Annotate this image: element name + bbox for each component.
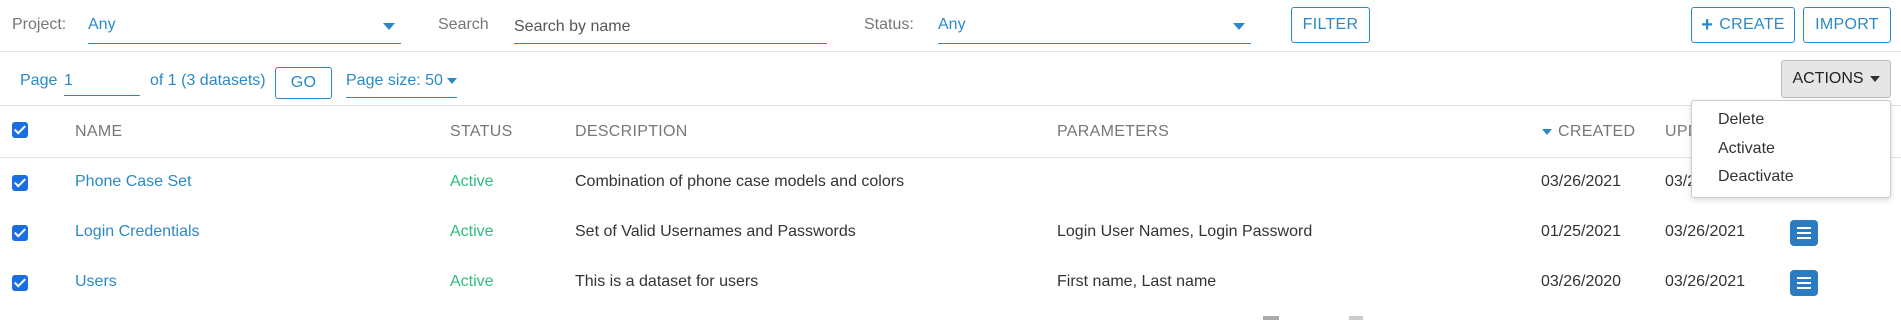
hamburger-menu-icon[interactable] <box>1790 220 1818 246</box>
actions-button-label: ACTIONS <box>1792 70 1864 87</box>
plus-icon: + <box>1701 14 1714 36</box>
row-checkbox[interactable] <box>12 175 28 191</box>
actions-dropdown-menu: Delete Activate Deactivate <box>1691 100 1891 198</box>
search-label: Search <box>438 16 489 33</box>
project-select-value: Any <box>88 16 116 33</box>
menu-item-delete[interactable]: Delete <box>1718 111 1764 129</box>
status-text: Active <box>450 223 494 240</box>
table-row: Phone Case Set Active Combination of pho… <box>0 158 1901 208</box>
project-select[interactable]: Any <box>88 10 401 44</box>
table-row: Login Credentials Active Set of Valid Us… <box>0 208 1901 258</box>
go-button[interactable]: GO <box>275 67 332 99</box>
status-text: Active <box>450 173 494 190</box>
table-row: Users Active This is a dataset for users… <box>0 258 1901 308</box>
create-button[interactable]: + CREATE <box>1691 7 1795 43</box>
description-text: This is a dataset for users <box>575 273 759 290</box>
filter-button[interactable]: FILTER <box>1291 7 1370 43</box>
created-date: 03/26/2021 <box>1541 173 1622 190</box>
pager-bar: Page of 1 (3 datasets) GO Page size: 50 … <box>0 52 1901 106</box>
header-description[interactable]: DESCRIPTION <box>575 123 688 141</box>
page-count-text: of 1 (3 datasets) <box>150 72 266 89</box>
dataset-name-link[interactable]: Phone Case Set <box>75 173 192 191</box>
page-number-input[interactable] <box>64 66 140 96</box>
updated-date: 03/26/2021 <box>1665 223 1746 240</box>
scrollbar-thumb[interactable] <box>1349 316 1363 320</box>
status-label: Status: <box>864 16 914 33</box>
sort-desc-icon <box>1542 128 1552 135</box>
status-text: Active <box>450 273 494 290</box>
row-checkbox[interactable] <box>12 225 28 241</box>
status-select-value: Any <box>938 16 966 33</box>
chevron-down-icon <box>446 77 457 84</box>
select-all-checkbox[interactable] <box>12 122 28 138</box>
parameters-text: First name, Last name <box>1057 273 1217 290</box>
description-text: Set of Valid Usernames and Passwords <box>575 223 856 240</box>
header-status[interactable]: STATUS <box>450 123 513 141</box>
menu-item-deactivate[interactable]: Deactivate <box>1718 168 1794 186</box>
dataset-name-link[interactable]: Users <box>75 273 117 291</box>
actions-button[interactable]: ACTIONS <box>1781 60 1891 98</box>
status-select[interactable]: Any <box>938 10 1251 44</box>
create-button-label: CREATE <box>1719 16 1785 33</box>
header-created-label: CREATED <box>1558 123 1636 140</box>
hamburger-menu-icon[interactable] <box>1790 270 1818 296</box>
description-text: Combination of phone case models and col… <box>575 173 905 190</box>
chevron-down-icon <box>383 23 395 30</box>
project-label: Project: <box>12 16 67 33</box>
header-parameters[interactable]: PARAMETERS <box>1057 123 1169 141</box>
search-input[interactable] <box>514 10 827 44</box>
dataset-name-link[interactable]: Login Credentials <box>75 223 200 241</box>
import-button[interactable]: IMPORT <box>1803 7 1891 43</box>
menu-item-activate[interactable]: Activate <box>1718 140 1775 158</box>
header-name[interactable]: NAME <box>75 123 122 141</box>
updated-date: 03/26/2021 <box>1665 273 1746 290</box>
chevron-down-icon <box>1233 23 1245 30</box>
page-size-select[interactable]: Page size: 50 <box>346 66 457 98</box>
row-checkbox[interactable] <box>12 275 28 291</box>
chevron-down-icon <box>1869 76 1880 82</box>
table-header: NAME STATUS DESCRIPTION PARAMETERS CREAT… <box>0 106 1901 158</box>
page-label: Page <box>20 72 58 89</box>
filter-bar: Project: Any Search Status: Any FILTER +… <box>0 0 1901 52</box>
created-date: 03/26/2020 <box>1541 273 1622 290</box>
page-size-label: Page size: 50 <box>346 72 443 89</box>
created-date: 01/25/2021 <box>1541 223 1622 240</box>
header-created[interactable]: CREATED <box>1542 123 1635 141</box>
parameters-text: Login User Names, Login Password <box>1057 223 1313 240</box>
scrollbar-thumb[interactable] <box>1263 316 1279 320</box>
